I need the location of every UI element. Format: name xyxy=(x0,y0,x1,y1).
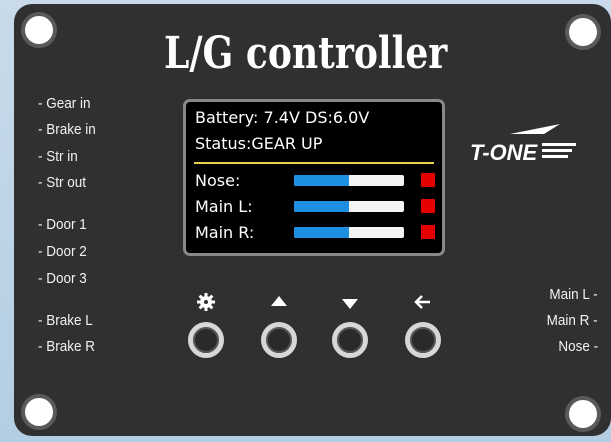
label-brake-l: - Brake L xyxy=(38,312,93,329)
down-arrow-icon xyxy=(342,299,358,309)
gear-bar-fill xyxy=(294,201,349,212)
gear-label-main-l: Main L: xyxy=(195,197,253,216)
gear-bar-main-l xyxy=(294,201,404,212)
gear-bar-fill xyxy=(294,175,349,186)
gear-indicator-nose xyxy=(421,173,435,187)
label-door-3: - Door 3 xyxy=(38,270,87,287)
label-main-l: Main L - xyxy=(549,286,598,303)
gear-bar-main-r xyxy=(294,227,404,238)
gear-bar-nose xyxy=(294,175,404,186)
status-readout: Status:GEAR UP xyxy=(195,134,323,153)
gear-label-nose: Nose: xyxy=(195,171,241,190)
screen-divider xyxy=(194,162,434,164)
mount-hole-bottom-right xyxy=(565,396,601,432)
label-main-r: Main R - xyxy=(546,312,598,329)
gear-icon xyxy=(197,293,215,311)
up-arrow-icon xyxy=(271,296,287,306)
label-door-1: - Door 1 xyxy=(38,216,87,233)
t-one-logo: T-ONE xyxy=(470,124,576,164)
gear-indicator-main-r xyxy=(421,225,435,239)
gear-bar-fill xyxy=(294,227,349,238)
label-door-2: - Door 2 xyxy=(38,243,87,260)
battery-readout: Battery: 7.4V DS:6.0V xyxy=(195,108,370,127)
back-arrow-icon xyxy=(414,295,430,309)
mount-hole-top-right xyxy=(565,14,601,50)
mount-hole-bottom-left xyxy=(21,394,57,430)
gear-label-main-r: Main R: xyxy=(195,223,255,242)
label-brake-in: - Brake in xyxy=(38,121,96,138)
label-str-in: - Str in xyxy=(38,148,78,165)
label-nose: Nose - xyxy=(558,338,598,355)
down-button[interactable] xyxy=(332,322,368,358)
mount-hole-top-left xyxy=(21,12,57,48)
up-button[interactable] xyxy=(261,322,297,358)
oled-screen: Battery: 7.4V DS:6.0V Status:GEAR UP Nos… xyxy=(183,99,445,256)
settings-button[interactable] xyxy=(188,322,224,358)
device-title: L/G controller xyxy=(164,28,448,79)
label-brake-r: - Brake R xyxy=(38,338,96,355)
logo-text: T-ONE xyxy=(470,140,539,164)
label-str-out: - Str out xyxy=(38,174,87,191)
label-gear-in: - Gear in xyxy=(38,95,91,112)
gear-indicator-main-l xyxy=(421,199,435,213)
back-button[interactable] xyxy=(405,322,441,358)
